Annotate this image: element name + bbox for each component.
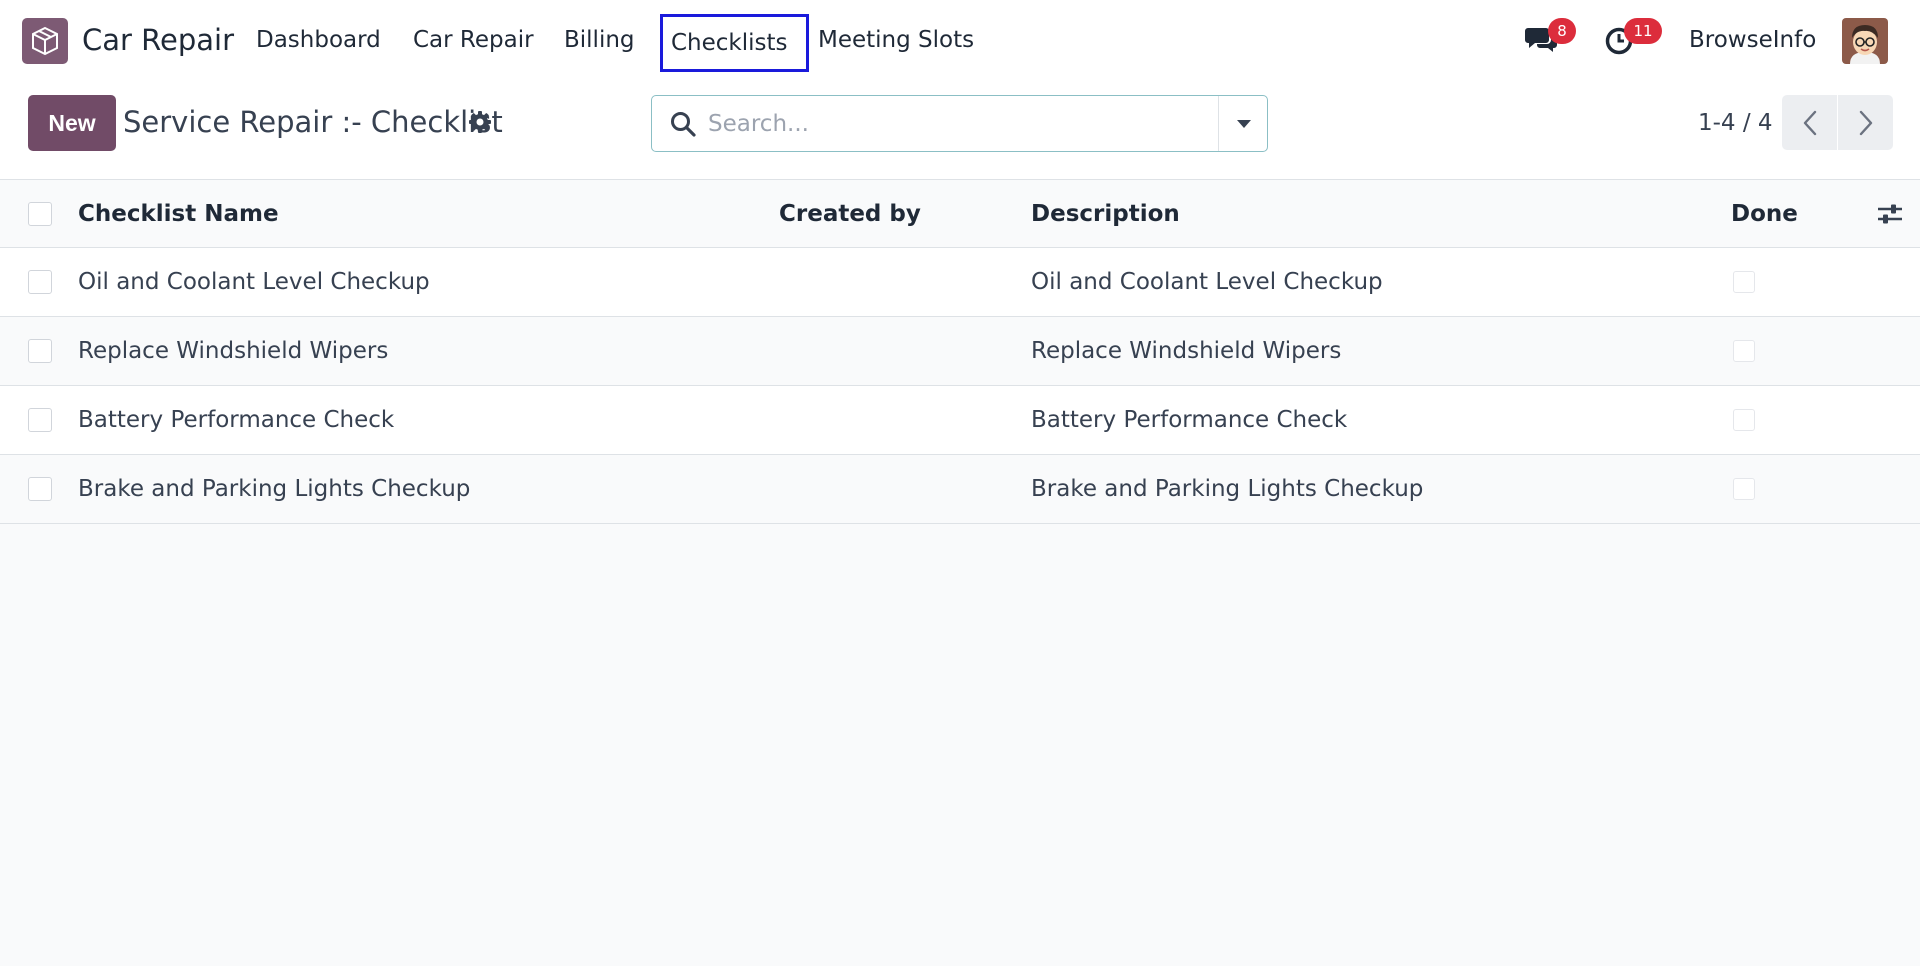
menu-meeting-slots[interactable]: Meeting Slots — [818, 22, 974, 58]
table-row[interactable]: Brake and Parking Lights Checkup Brake a… — [0, 455, 1920, 524]
user-avatar[interactable] — [1842, 18, 1888, 64]
top-navbar: Car Repair Dashboard Car Repair Billing … — [0, 0, 1920, 80]
user-menu-name[interactable]: BrowseInfo — [1689, 22, 1816, 58]
pager-value[interactable]: 1-4 / 4 — [1698, 103, 1773, 143]
pager-next-button[interactable] — [1838, 95, 1893, 150]
done-checkbox[interactable] — [1733, 409, 1755, 431]
menu-checklists[interactable]: Checklists — [660, 14, 809, 72]
table-row[interactable]: Replace Windshield Wipers Replace Windsh… — [0, 317, 1920, 386]
control-panel: New Service Repair :- Checklist Search..… — [0, 80, 1920, 180]
messages-badge: 8 — [1548, 18, 1576, 44]
column-settings-icon[interactable] — [1876, 202, 1904, 230]
cell-description[interactable]: Battery Performance Check — [1031, 386, 1347, 455]
column-header-checklist-name[interactable]: Checklist Name — [78, 180, 279, 248]
menu-car-repair[interactable]: Car Repair — [413, 22, 534, 58]
cell-checklist-name[interactable]: Battery Performance Check — [78, 386, 394, 455]
cell-description[interactable]: Oil and Coolant Level Checkup — [1031, 248, 1383, 317]
activities-badge: 11 — [1624, 18, 1662, 44]
cell-description[interactable]: Replace Windshield Wipers — [1031, 317, 1341, 386]
done-checkbox[interactable] — [1733, 271, 1755, 293]
cell-checklist-name[interactable]: Replace Windshield Wipers — [78, 317, 388, 386]
table-header: Checklist Name Created by Description Do… — [0, 180, 1920, 248]
breadcrumb: Service Repair :- Checklist — [123, 105, 503, 139]
checklist-table: Checklist Name Created by Description Do… — [0, 180, 1920, 524]
pager-previous-button[interactable] — [1782, 95, 1837, 150]
app-name[interactable]: Car Repair — [82, 20, 234, 60]
select-all-checkbox[interactable] — [28, 202, 52, 226]
menu-dashboard[interactable]: Dashboard — [256, 22, 381, 58]
row-select-checkbox[interactable] — [28, 270, 52, 294]
column-header-description[interactable]: Description — [1031, 180, 1180, 248]
search-bar — [651, 95, 1268, 152]
table-row[interactable]: Oil and Coolant Level Checkup Oil and Co… — [0, 248, 1920, 317]
done-checkbox[interactable] — [1733, 478, 1755, 500]
search-input[interactable] — [708, 106, 1248, 142]
chevron-left-icon — [1803, 110, 1816, 135]
search-icon — [670, 111, 696, 141]
column-header-done[interactable]: Done — [1731, 180, 1798, 248]
row-select-checkbox[interactable] — [28, 339, 52, 363]
done-checkbox[interactable] — [1733, 340, 1755, 362]
app-logo-icon[interactable] — [22, 18, 68, 64]
row-select-checkbox[interactable] — [28, 477, 52, 501]
caret-down-icon — [1236, 119, 1251, 128]
chevron-right-icon — [1859, 110, 1872, 135]
row-select-checkbox[interactable] — [28, 408, 52, 432]
cell-checklist-name[interactable]: Brake and Parking Lights Checkup — [78, 455, 470, 524]
search-options-toggle[interactable] — [1218, 96, 1268, 151]
column-header-created-by[interactable]: Created by — [779, 180, 921, 248]
gear-icon[interactable] — [468, 110, 492, 138]
cell-description[interactable]: Brake and Parking Lights Checkup — [1031, 455, 1423, 524]
menu-billing[interactable]: Billing — [564, 22, 635, 58]
new-button[interactable]: New — [28, 95, 116, 151]
cell-checklist-name[interactable]: Oil and Coolant Level Checkup — [78, 248, 430, 317]
table-row[interactable]: Battery Performance Check Battery Perfor… — [0, 386, 1920, 455]
